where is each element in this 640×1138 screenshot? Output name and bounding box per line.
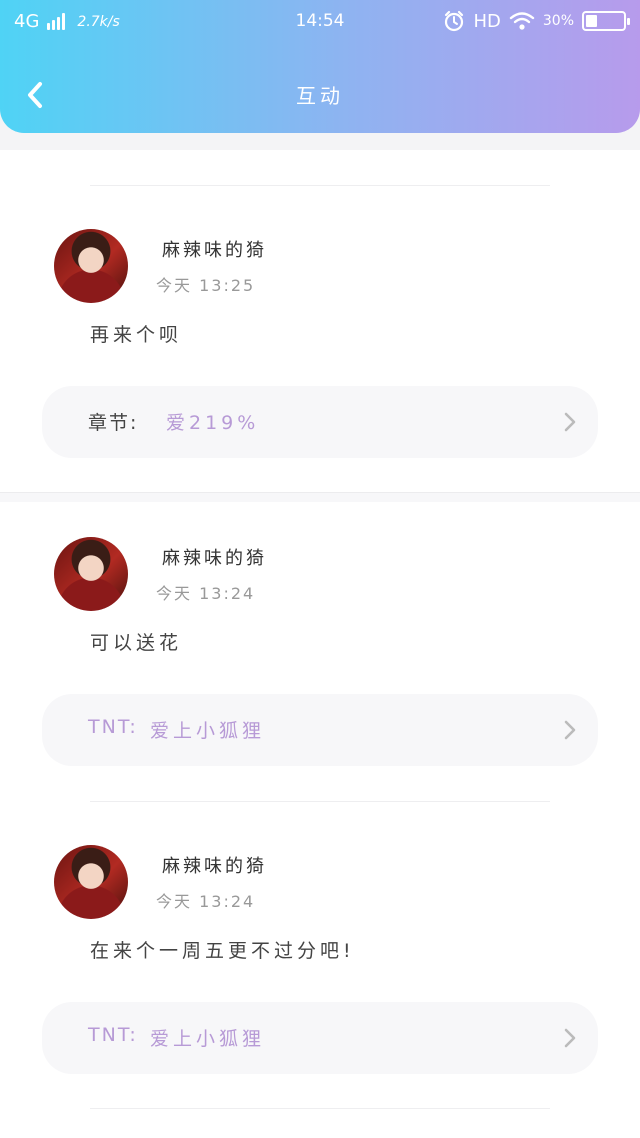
hd-indicator: HD [473,10,501,32]
chevron-right-icon [564,720,576,740]
reference-value: 爱上小狐狸 [150,720,266,742]
avatar[interactable] [54,845,128,919]
username[interactable]: 麻辣味的猗 [162,544,267,570]
divider [90,801,550,802]
chevron-right-icon [564,1028,576,1048]
divider [90,1108,550,1109]
comment-text: 再来个呗 [90,324,183,346]
comment-time: 今天 13:24 [156,892,256,911]
book-reference-card[interactable]: TNT: 爱上小狐狸 [42,1002,598,1074]
status-bar: 4G 2.7k/s 14:54 HD 30% [0,0,640,44]
alarm-icon [445,10,464,32]
comment-list[interactable]: 麻辣味的猗 今天 13:25 再来个呗 章节: 爱219% 麻辣味的猗 今天 1… [0,150,640,1138]
book-reference-card[interactable]: TNT: 爱上小狐狸 [42,694,598,766]
status-right: HD 30% [443,10,630,32]
divider [90,185,550,186]
reference-label: 章节: [88,412,139,434]
comment-text: 可以送花 [90,632,183,654]
reference-label: TNT: [88,1024,138,1046]
avatar[interactable] [54,229,128,303]
chapter-reference-card[interactable]: 章节: 爱219% [42,386,598,458]
username[interactable]: 麻辣味的猗 [162,236,267,262]
app-header: 4G 2.7k/s 14:54 HD 30% 互动 [0,0,640,133]
comment-time: 今天 13:25 [156,276,256,295]
page-title: 互动 [296,84,344,108]
comment-time: 今天 13:24 [156,584,256,603]
reference-label: TNT: [88,716,138,738]
section-separator [0,492,640,502]
battery-icon [582,11,630,31]
battery-fill [586,15,597,27]
comment-text: 在来个一周五更不过分吧! [90,940,355,962]
avatar[interactable] [54,537,128,611]
wifi-icon [509,12,535,30]
username[interactable]: 麻辣味的猗 [162,852,267,878]
reference-value: 爱219% [166,412,260,434]
battery-percent: 30% [542,13,574,29]
reference-value: 爱上小狐狸 [150,1028,266,1050]
chevron-right-icon [564,412,576,432]
